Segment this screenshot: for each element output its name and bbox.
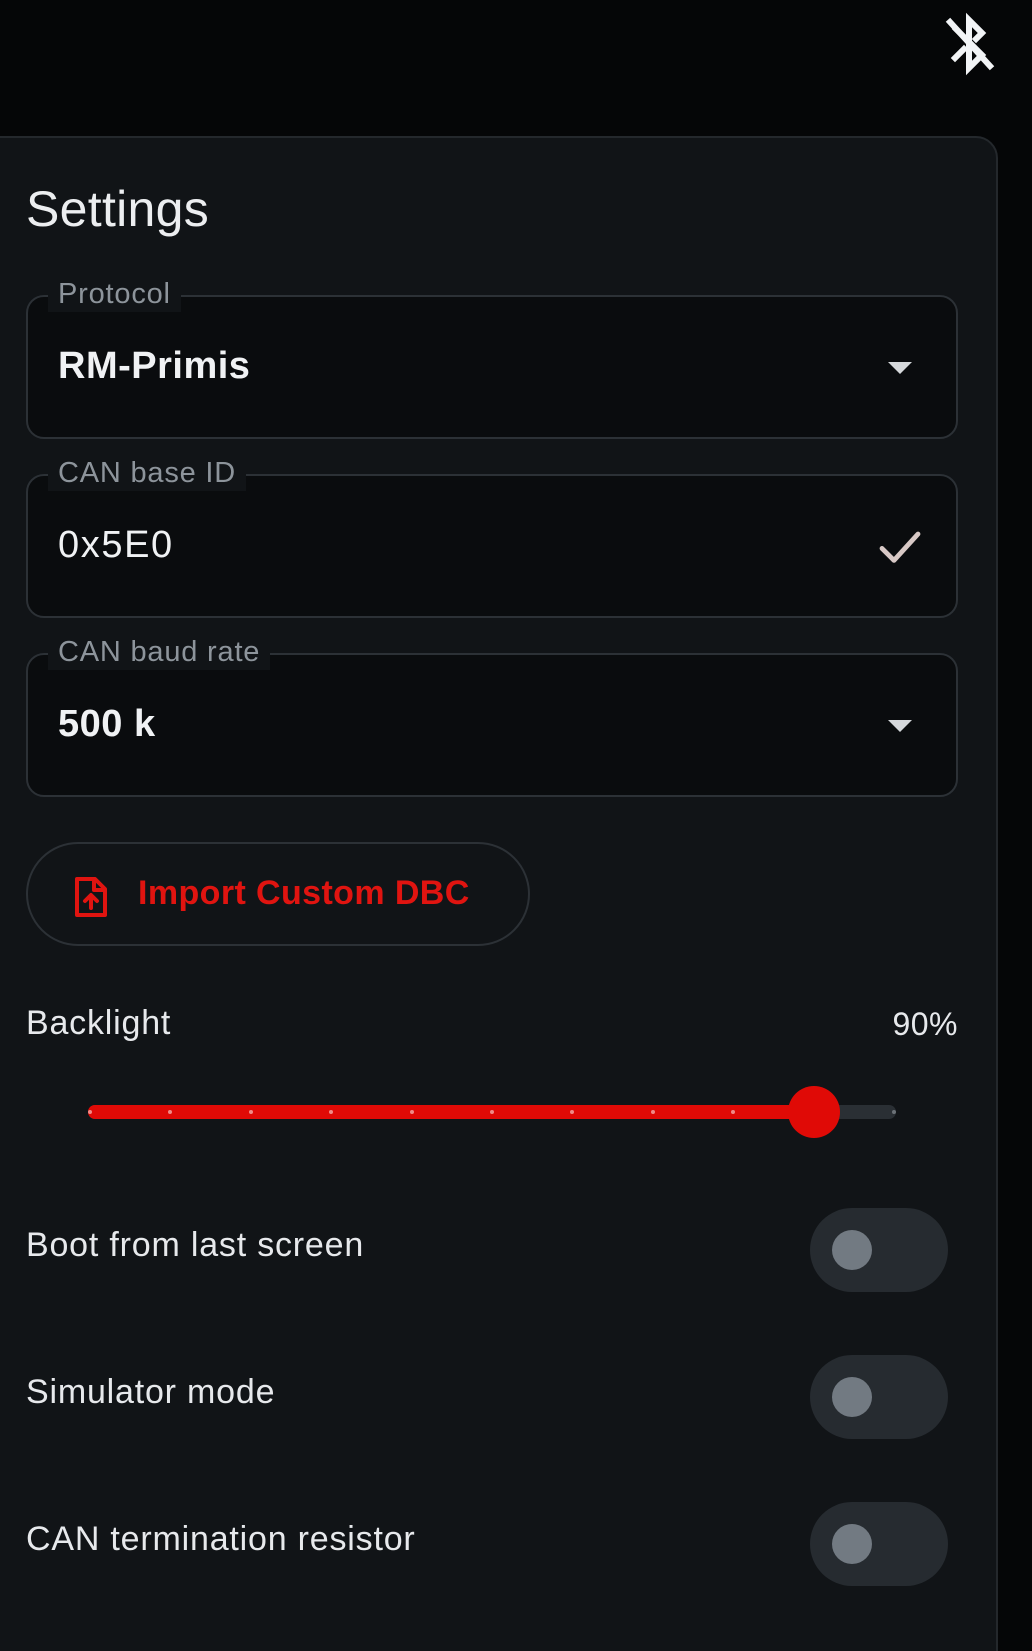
protocol-dropdown[interactable]: Protocol RM-Primis <box>26 276 958 439</box>
dropdown-arrow-icon[interactable] <box>880 705 920 745</box>
slider-tick <box>490 1110 494 1114</box>
simulator-mode-label: Simulator mode <box>26 1373 276 1411</box>
protocol-label: Protocol <box>48 276 181 312</box>
slider-tick <box>409 1110 414 1114</box>
can-base-id-label: CAN base ID <box>48 455 247 491</box>
boot-from-last-screen-toggle[interactable] <box>810 1208 948 1292</box>
can-termination-resistor-toggle[interactable] <box>810 1502 948 1586</box>
check-icon[interactable] <box>876 522 924 570</box>
toggle-thumb <box>832 1230 872 1270</box>
can-baud-rate-value: 500 k <box>58 703 156 745</box>
toggle-thumb <box>832 1377 872 1417</box>
toggle-thumb <box>832 1524 872 1564</box>
backlight-value: 90% <box>892 1006 958 1042</box>
slider-active-track <box>88 1105 814 1119</box>
protocol-value: RM-Primis <box>58 345 251 387</box>
slider-tick <box>88 1110 92 1114</box>
slider-tick <box>248 1110 253 1114</box>
backlight-slider[interactable] <box>88 1086 896 1138</box>
can-termination-resistor-label: CAN termination resistor <box>26 1520 416 1558</box>
boot-from-last-screen-label: Boot from last screen <box>26 1226 365 1264</box>
slider-tick <box>892 1110 896 1114</box>
slider-tick <box>650 1110 655 1114</box>
can-baud-rate-label: CAN baud rate <box>48 634 271 670</box>
import-custom-dbc-button[interactable]: Import Custom DBC <box>26 842 530 946</box>
backlight-label: Backlight <box>26 1004 172 1042</box>
can-base-id-value: 0x5E0 <box>58 524 174 566</box>
simulator-mode-toggle[interactable] <box>810 1355 948 1439</box>
dropdown-arrow-icon[interactable] <box>880 347 920 387</box>
can-base-id-field[interactable]: CAN base ID 0x5E0 <box>26 455 958 618</box>
import-custom-dbc-label: Import Custom DBC <box>138 874 470 912</box>
bluetooth-disabled-icon[interactable] <box>942 12 998 76</box>
file-upload-icon <box>75 877 107 917</box>
slider-thumb[interactable] <box>787 1086 840 1138</box>
page-title: Settings <box>26 181 210 237</box>
settings-screen: Settings Protocol RM-Primis CAN base ID … <box>0 0 1032 1651</box>
can-baud-rate-dropdown[interactable]: CAN baud rate 500 k <box>26 634 958 797</box>
